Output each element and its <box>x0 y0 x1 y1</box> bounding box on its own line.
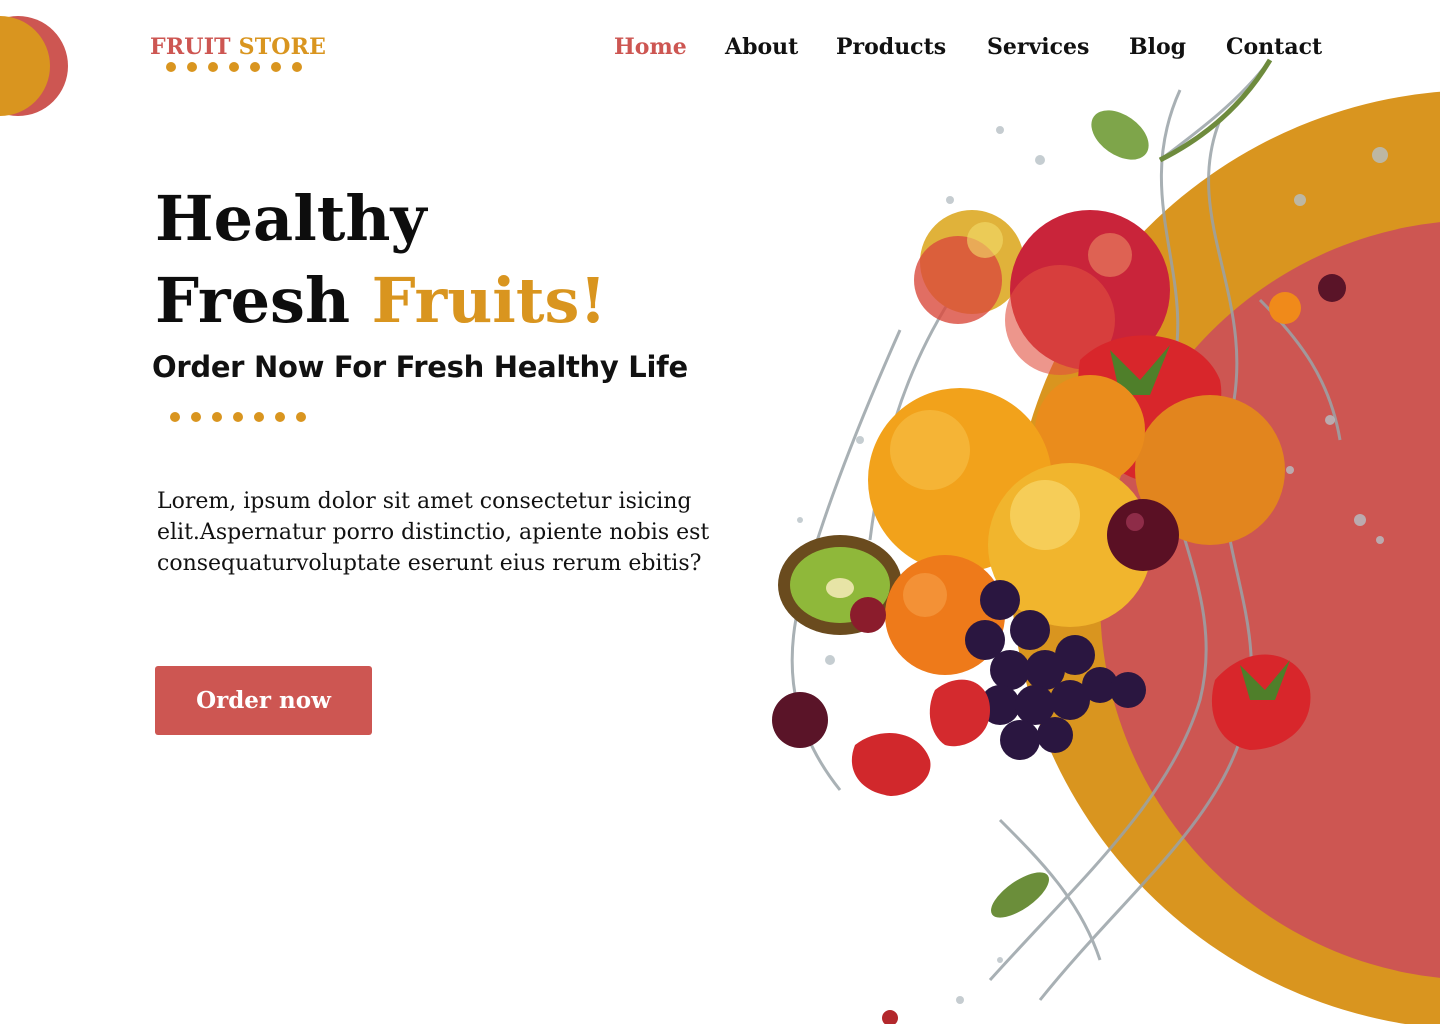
nav-item-services[interactable]: Services <box>987 34 1089 60</box>
dot <box>212 412 222 422</box>
headline-line2-accent: Fruits! <box>371 264 607 337</box>
nav-item-products[interactable]: Products <box>836 34 946 60</box>
nav-item-home[interactable]: Home <box>614 34 687 60</box>
dot <box>275 412 285 422</box>
hero-subtitle: Order Now For Fresh Healthy Life <box>152 350 688 384</box>
subtitle-dots-divider <box>170 412 306 422</box>
headline-line1: Healthy <box>155 182 427 255</box>
landing-page: FRUIT STORE Home About Products Services… <box>0 0 1440 1024</box>
dot <box>296 412 306 422</box>
headline-line2-plain: Fresh <box>155 264 351 337</box>
hero-headline: Healthy Fresh Fruits! <box>155 178 607 342</box>
order-now-button[interactable]: Order now <box>155 666 372 735</box>
dot <box>254 412 264 422</box>
nav-item-contact[interactable]: Contact <box>1226 34 1322 60</box>
hero-description: Lorem, ipsum dolor sit amet consectetur … <box>157 489 710 576</box>
dot <box>233 412 243 422</box>
dot <box>191 412 201 422</box>
nav-item-blog[interactable]: Blog <box>1129 34 1186 60</box>
main-nav: Home About Products Services Blog Contac… <box>0 34 1440 64</box>
dot <box>170 412 180 422</box>
nav-item-about[interactable]: About <box>725 34 798 60</box>
